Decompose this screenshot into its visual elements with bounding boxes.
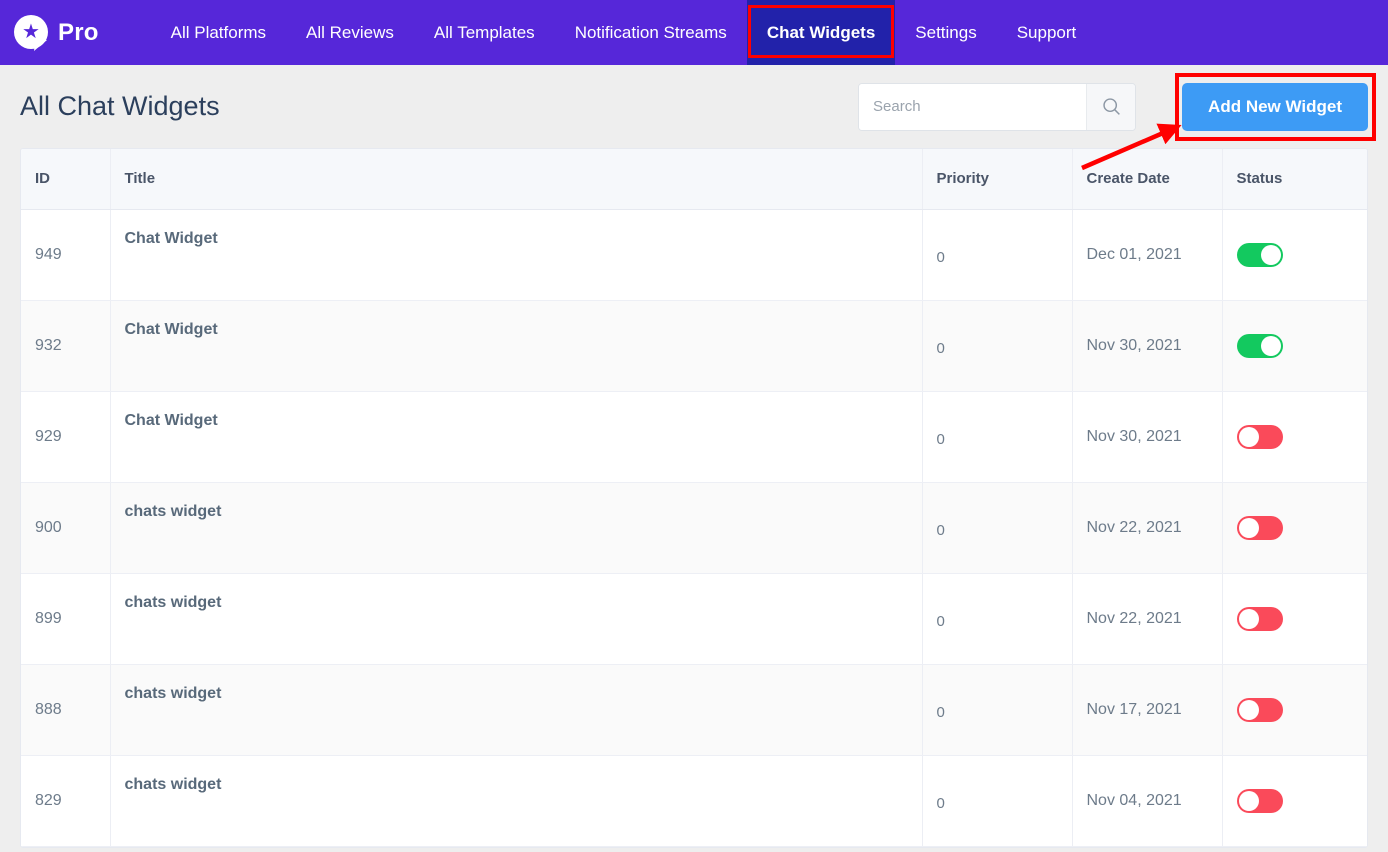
cell-create-date: Nov 17, 2021 — [1072, 664, 1223, 756]
top-navigation-bar: ★ Pro All Platforms All Reviews All Temp… — [0, 0, 1388, 65]
cell-id: 888 — [21, 664, 111, 756]
toggle-knob — [1260, 244, 1281, 265]
status-toggle[interactable] — [1236, 515, 1283, 540]
toggle-knob — [1238, 699, 1259, 720]
header-actions: Add New Widget — [858, 72, 1376, 141]
cell-status — [1222, 300, 1367, 392]
widget-title[interactable]: Chat Widget — [125, 230, 218, 247]
cell-create-date: Dec 01, 2021 — [1072, 209, 1223, 301]
cell-priority: 0 — [922, 300, 1073, 392]
column-header-title[interactable]: Title — [110, 149, 923, 210]
cell-priority: 0 — [922, 209, 1073, 301]
table-row[interactable]: 929 Chat Widget 0 Nov 30, 2021 — [21, 391, 1367, 483]
table-row[interactable]: 888 chats widget 0 Nov 17, 2021 — [21, 664, 1367, 756]
search-box — [858, 82, 1137, 131]
brand-name: Pro — [58, 18, 99, 46]
cell-status — [1222, 391, 1367, 483]
cell-status — [1222, 482, 1367, 574]
cell-create-date: Nov 22, 2021 — [1072, 573, 1223, 665]
widget-title[interactable]: chats widget — [125, 776, 222, 793]
widget-title[interactable]: chats widget — [125, 685, 222, 702]
add-new-widget-button[interactable]: Add New Widget — [1182, 82, 1368, 131]
status-toggle[interactable] — [1236, 242, 1283, 267]
widget-title[interactable]: chats widget — [125, 503, 222, 520]
toggle-knob — [1238, 426, 1259, 447]
table-row[interactable]: 932 Chat Widget 0 Nov 30, 2021 — [21, 300, 1367, 392]
cell-title: Chat Widget — [110, 209, 923, 301]
cell-priority: 0 — [922, 573, 1073, 665]
toggle-knob — [1238, 517, 1259, 538]
cell-title: Chat Widget — [110, 300, 923, 392]
cell-priority: 0 — [922, 482, 1073, 574]
nav-item-all-reviews[interactable]: All Reviews — [286, 0, 414, 65]
cell-create-date: Nov 30, 2021 — [1072, 300, 1223, 392]
column-header-status[interactable]: Status — [1222, 149, 1367, 210]
nav-item-support[interactable]: Support — [997, 0, 1097, 65]
table-row[interactable]: 900 chats widget 0 Nov 22, 2021 — [21, 482, 1367, 574]
cell-title: chats widget — [110, 664, 923, 756]
cell-create-date: Nov 04, 2021 — [1072, 755, 1223, 847]
table-row[interactable]: 899 chats widget 0 Nov 22, 2021 — [21, 573, 1367, 665]
brand-logo-area[interactable]: ★ Pro — [14, 14, 99, 53]
cell-id: 929 — [21, 391, 111, 483]
toggle-knob — [1238, 790, 1259, 811]
nav-item-chat-widgets[interactable]: Chat Widgets — [746, 0, 896, 65]
cell-create-date: Nov 22, 2021 — [1072, 482, 1223, 574]
status-toggle[interactable] — [1236, 606, 1283, 631]
cell-id: 900 — [21, 482, 111, 574]
column-header-priority[interactable]: Priority — [922, 149, 1073, 210]
cell-status — [1222, 573, 1367, 665]
toggle-knob — [1260, 335, 1281, 356]
cell-status — [1222, 664, 1367, 756]
cell-id: 932 — [21, 300, 111, 392]
widget-title[interactable]: Chat Widget — [125, 321, 218, 338]
toggle-knob — [1238, 608, 1259, 629]
page-title: All Chat Widgets — [20, 91, 220, 121]
status-toggle[interactable] — [1236, 424, 1283, 449]
widget-title[interactable]: Chat Widget — [125, 412, 218, 429]
status-toggle[interactable] — [1236, 333, 1283, 358]
widget-title[interactable]: chats widget — [125, 594, 222, 611]
cell-id: 949 — [21, 209, 111, 301]
cell-title: chats widget — [110, 482, 923, 574]
main-nav: All Platforms All Reviews All Templates … — [151, 0, 1097, 65]
cell-status — [1222, 755, 1367, 847]
nav-item-all-templates[interactable]: All Templates — [414, 0, 555, 65]
cell-id: 829 — [21, 755, 111, 847]
chat-widgets-table: ID Title Priority Create Date Status 949… — [20, 148, 1368, 848]
cell-create-date: Nov 30, 2021 — [1072, 391, 1223, 483]
status-toggle[interactable] — [1236, 697, 1283, 722]
cell-priority: 0 — [922, 755, 1073, 847]
star-speech-bubble-icon: ★ — [14, 14, 50, 53]
search-submit-button[interactable] — [1086, 83, 1136, 130]
nav-item-all-platforms[interactable]: All Platforms — [151, 0, 286, 65]
cell-title: Chat Widget — [110, 391, 923, 483]
cell-status — [1222, 209, 1367, 301]
magnifier-icon — [1101, 96, 1122, 117]
cell-priority: 0 — [922, 391, 1073, 483]
table-row[interactable]: 949 Chat Widget 0 Dec 01, 2021 — [21, 209, 1367, 301]
cell-title: chats widget — [110, 755, 923, 847]
page-header: All Chat Widgets Add New Widget — [0, 65, 1388, 148]
cell-id: 899 — [21, 573, 111, 665]
table-header-row: ID Title Priority Create Date Status — [21, 149, 1367, 210]
column-header-id[interactable]: ID — [21, 149, 111, 210]
search-input[interactable] — [859, 83, 1087, 130]
nav-item-notification-streams[interactable]: Notification Streams — [555, 0, 747, 65]
table-row[interactable]: 829 chats widget 0 Nov 04, 2021 — [21, 755, 1367, 847]
column-header-create-date[interactable]: Create Date — [1072, 149, 1223, 210]
cell-priority: 0 — [922, 664, 1073, 756]
cell-title: chats widget — [110, 573, 923, 665]
status-toggle[interactable] — [1236, 788, 1283, 813]
add-new-widget-highlight: Add New Widget — [1175, 72, 1376, 141]
nav-item-settings[interactable]: Settings — [895, 0, 996, 65]
